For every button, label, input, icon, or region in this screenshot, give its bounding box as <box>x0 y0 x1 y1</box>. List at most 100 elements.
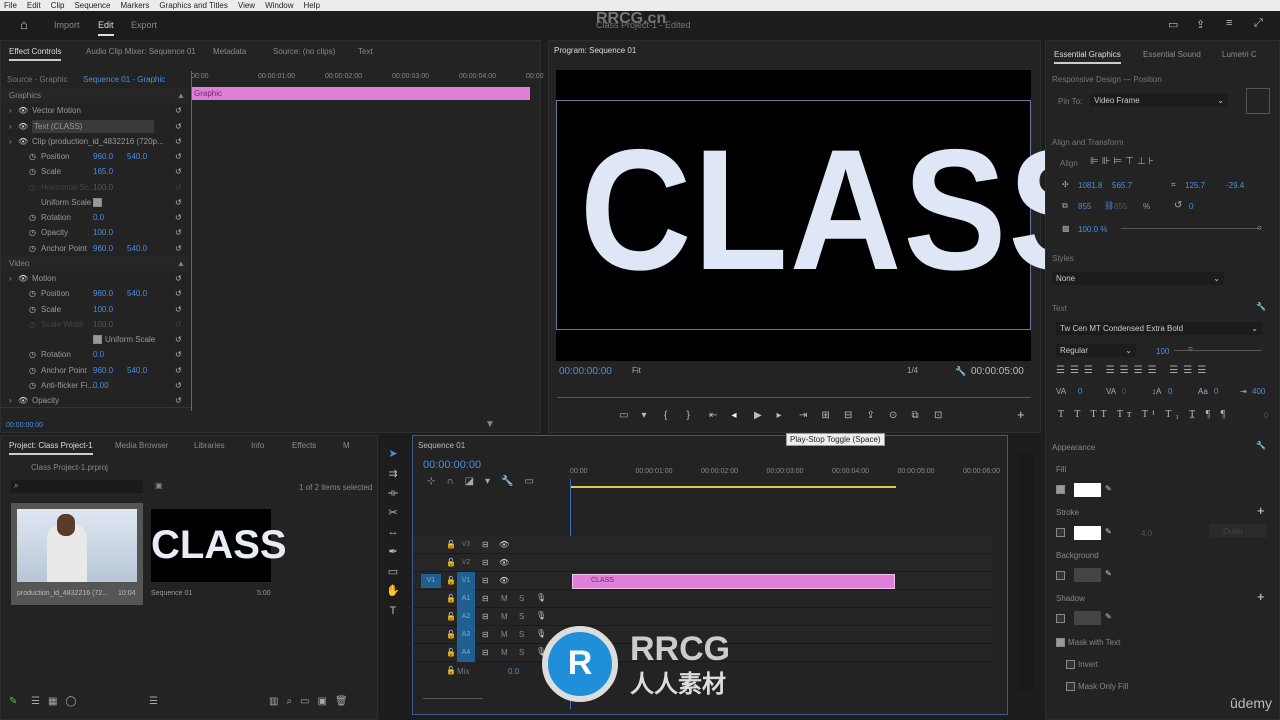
sequence-clip-link[interactable]: Sequence 01 - Graphic <box>83 75 165 84</box>
mute-button[interactable]: M <box>501 594 508 603</box>
type-tool-icon[interactable]: T <box>383 602 403 622</box>
filter-icon[interactable]: ▼ <box>485 419 495 430</box>
zoom-fit-dropdown[interactable]: Fit <box>632 366 641 375</box>
effect-row[interactable]: ◷ Anti-flicker Fi... 0.00 ↺ <box>1 378 189 393</box>
property-value[interactable]: 100.0 <box>93 305 113 314</box>
stroke-checkbox[interactable] <box>1056 528 1065 537</box>
horizontal-zoom-scrollbar[interactable] <box>423 698 483 699</box>
effect-row[interactable]: ◷ Horizontal Sc... 100.0 ↺ <box>1 180 189 195</box>
compare-icon[interactable]: ⧉ <box>912 410 919 421</box>
property-value[interactable]: 0.0 <box>93 213 104 222</box>
sequence-thumbnail[interactable]: CLASS <box>151 509 287 582</box>
effect-row[interactable]: ◷ Scale Width 100.0 ↺ <box>1 317 189 332</box>
pin-to-dropdown[interactable]: Video Frame ⌄ <box>1090 94 1228 107</box>
menu-item-markers[interactable]: Markers <box>121 0 150 11</box>
program-scrubber[interactable] <box>557 397 1031 398</box>
style-dropdown[interactable]: None ⌄ <box>1052 272 1224 285</box>
reset-icon[interactable]: ↺ <box>175 274 182 283</box>
reset-icon[interactable]: ↺ <box>175 228 182 237</box>
effect-row[interactable]: ◷ Opacity 100.0 ↺ <box>1 225 189 240</box>
reset-icon[interactable]: ↺ <box>175 137 182 146</box>
track-target[interactable]: V3 <box>457 536 475 554</box>
effect-row[interactable]: › 👁 Vector Motion ↺ <box>1 103 189 118</box>
baseline-value[interactable]: 0 <box>1214 387 1218 396</box>
new-bin-icon[interactable]: ▣ <box>155 481 163 490</box>
property-value-2[interactable]: 540.0 <box>127 244 147 253</box>
opacity-value[interactable]: 100.0 % <box>1078 225 1107 234</box>
effect-row[interactable]: Uniform Scale ↺ <box>1 332 189 347</box>
lock-icon[interactable]: 🔓 <box>446 558 456 567</box>
tab-export[interactable]: Export <box>131 20 157 30</box>
reset-icon[interactable]: ↺ <box>175 366 182 375</box>
paragraph-align-icons[interactable]: ☰☰☰ ☰☰☰☰ ☰☰☰ <box>1056 365 1211 376</box>
mute-button[interactable]: M <box>501 630 508 639</box>
property-value[interactable]: 0.0 <box>93 350 104 359</box>
eye-icon[interactable]: 👁 <box>499 576 509 585</box>
step-back-icon[interactable]: ⇤ <box>709 410 717 421</box>
tab-effects[interactable]: Effects <box>292 441 316 450</box>
mic-icon[interactable]: 🎙 <box>536 611 546 620</box>
opacity-slider[interactable] <box>1121 228 1261 229</box>
selection-tool-icon[interactable]: ➤ <box>383 445 403 465</box>
tab-lumetri[interactable]: Lumetri C <box>1222 50 1257 59</box>
playhead[interactable] <box>191 71 192 411</box>
property-value[interactable]: 960.0 <box>93 289 113 298</box>
wrench-icon[interactable]: 🔧 <box>1256 302 1266 311</box>
write-icon[interactable]: ✎ <box>9 696 17 707</box>
shadow-eyedropper-icon[interactable]: ✎ <box>1105 612 1112 621</box>
reset-icon[interactable]: ↺ <box>175 289 182 298</box>
work-area-bar[interactable] <box>570 486 896 488</box>
marker-icon[interactable]: ▭ <box>619 410 628 421</box>
eye-icon[interactable]: 👁 <box>18 274 28 283</box>
expand-chevron-icon[interactable]: › <box>9 106 12 115</box>
scale-value[interactable]: 855 <box>1078 202 1091 211</box>
property-value-2[interactable]: 540.0 <box>127 366 147 375</box>
track-target[interactable]: V2 <box>457 554 475 572</box>
tab-info[interactable]: Info <box>251 441 264 450</box>
tab-more[interactable]: M <box>343 441 350 450</box>
property-value-2[interactable]: 540.0 <box>127 289 147 298</box>
sync-lock-icon[interactable]: ⊟ <box>482 648 489 657</box>
lock-icon[interactable]: 🔓 <box>446 540 456 549</box>
stopwatch-icon[interactable]: ◷ <box>29 213 36 222</box>
background-color-swatch[interactable] <box>1074 568 1101 582</box>
sync-lock-icon[interactable]: ⊟ <box>482 630 489 639</box>
effect-controls-timecode[interactable]: 00:00:00:00 <box>6 422 43 429</box>
go-to-in-icon[interactable]: } <box>687 410 690 421</box>
rotation-value[interactable]: 0 <box>1189 202 1193 211</box>
mute-button[interactable]: M <box>501 648 508 657</box>
sync-lock-icon[interactable]: ⊟ <box>482 540 489 549</box>
menu-item-view[interactable]: View <box>238 0 255 11</box>
track-target[interactable]: A1 <box>457 590 475 608</box>
align-buttons-icon[interactable]: ⊫⊪⊨⊤⊥⊦ <box>1090 156 1157 167</box>
timeline-timecode[interactable]: 00:00:00:00 <box>423 459 481 471</box>
fill-checkbox[interactable] <box>1056 485 1065 494</box>
lock-icon[interactable]: 🔓 <box>446 666 456 675</box>
collapse-icon[interactable]: ▲ <box>177 91 185 100</box>
effect-row[interactable]: ◷ Anchor Point 960.0 540.0 ↺ <box>1 241 189 256</box>
shadow-color-swatch[interactable] <box>1074 611 1101 625</box>
class-clip[interactable]: CLASS <box>572 574 895 589</box>
scale-height[interactable]: 855 <box>1114 202 1127 211</box>
menu-item-edit[interactable]: Edit <box>27 0 41 11</box>
video-frame[interactable]: CLASS <box>556 70 1112 361</box>
property-value[interactable]: 960.0 <box>93 244 113 253</box>
effect-row[interactable]: ◷ Scale 100.0 ↺ <box>1 302 189 317</box>
reset-icon[interactable]: ↺ <box>175 320 182 329</box>
track-target[interactable]: A2 <box>457 608 475 626</box>
reset-icon[interactable]: ↺ <box>175 167 182 176</box>
leading-value[interactable]: 0 <box>1168 387 1172 396</box>
export-frame-icon[interactable]: ⊙ <box>889 410 897 421</box>
add-button-icon[interactable]: + <box>1017 407 1025 422</box>
add-stroke-icon[interactable]: + <box>1257 503 1265 518</box>
project-search-input[interactable]: ⌕ <box>11 480 143 493</box>
pen-tool-icon[interactable]: ✒ <box>383 543 403 563</box>
kerning-value[interactable]: 0 <box>1078 387 1082 396</box>
stopwatch-icon[interactable]: ◷ <box>29 305 36 314</box>
menu-item-graphics-and-titles[interactable]: Graphics and Titles <box>159 0 227 11</box>
effect-row[interactable]: ◷ Position 960.0 540.0 ↺ <box>1 149 189 164</box>
reset-icon[interactable]: ↺ <box>175 381 182 390</box>
effect-row[interactable]: › 👁 Motion ↺ <box>1 271 189 286</box>
track-target[interactable]: A4 <box>457 644 475 662</box>
tab-edit[interactable]: Edit <box>98 20 114 36</box>
